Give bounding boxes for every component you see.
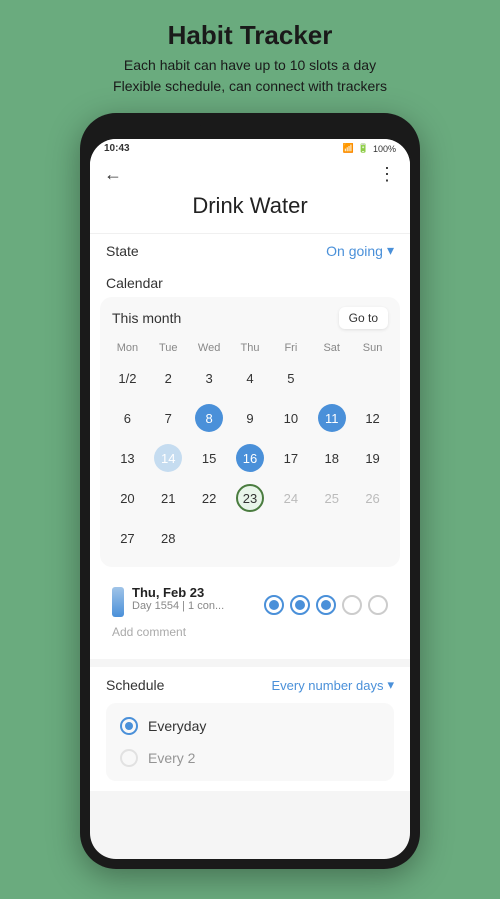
cal-day-2[interactable]: 2 (149, 359, 188, 397)
cal-day-18[interactable]: 18 (312, 439, 351, 477)
habit-dot-5[interactable] (368, 595, 388, 615)
schedule-everyday-label: Everyday (148, 718, 206, 734)
day-detail-row: Thu, Feb 23 Day 1554 | 1 con... (112, 585, 388, 625)
chevron-down-icon: ▾ (387, 242, 394, 259)
cal-day-8[interactable]: 8 (190, 399, 229, 437)
cal-day-7[interactable]: 7 (149, 399, 188, 437)
cal-day-empty2 (353, 359, 392, 397)
radio-everyday[interactable] (120, 717, 138, 735)
app-header: Habit Tracker Each habit can have up to … (113, 20, 387, 97)
schedule-chevron-icon: ▾ (387, 677, 394, 693)
state-value: On going (326, 243, 383, 259)
calendar-grid: Mon Tue Wed Thu Fri Sat Sun 1/2 2 3 4 5 (108, 339, 392, 557)
cal-header-fri: Fri (271, 339, 310, 357)
schedule-every2-label: Every 2 (148, 750, 195, 766)
cal-day-10[interactable]: 10 (271, 399, 310, 437)
habit-dot-4[interactable] (342, 595, 362, 615)
day-date: Thu, Feb 23 (132, 585, 224, 600)
add-comment[interactable]: Add comment (112, 625, 388, 639)
schedule-row: Schedule Every number days ▾ (106, 677, 394, 693)
top-bar: ← ⋮ (90, 158, 410, 193)
cal-day-26[interactable]: 26 (353, 479, 392, 517)
cal-day-4[interactable]: 4 (231, 359, 270, 397)
cal-header-tue: Tue (149, 339, 188, 357)
cal-day-16[interactable]: 16 (231, 439, 270, 477)
cal-header-wed: Wed (190, 339, 229, 357)
cal-day-14[interactable]: 14 (149, 439, 188, 477)
schedule-section: Schedule Every number days ▾ Everyday Ev… (90, 667, 410, 791)
habit-dots (264, 595, 388, 615)
cal-day-19[interactable]: 19 (353, 439, 392, 477)
app-subtitle-2: Flexible schedule, can connect with trac… (113, 76, 387, 97)
calendar-header: This month Go to (108, 307, 392, 329)
calendar-label: Calendar (90, 267, 410, 297)
cal-day-empty6 (312, 519, 351, 557)
calendar-month: This month (112, 310, 181, 326)
cal-header-sun: Sun (353, 339, 392, 357)
radio-every2[interactable] (120, 749, 138, 767)
cal-day-9[interactable]: 9 (231, 399, 270, 437)
schedule-option-every2[interactable]: Every 2 (120, 745, 380, 771)
app-title: Habit Tracker (113, 20, 387, 51)
status-time: 10:43 (104, 143, 130, 154)
cal-day-22[interactable]: 22 (190, 479, 229, 517)
phone-frame: 10:43 📶 🔋 100% ← ⋮ Drink Water State On … (80, 113, 420, 869)
habit-dot-2[interactable] (290, 595, 310, 615)
day-detail-info: Thu, Feb 23 Day 1554 | 1 con... (112, 585, 224, 617)
cal-day-21[interactable]: 21 (149, 479, 188, 517)
status-icons: 📶 🔋 100% (343, 143, 396, 154)
cal-day-12[interactable]: 12 (353, 399, 392, 437)
signal-icon: 📶 (343, 143, 354, 154)
cal-day-28[interactable]: 28 (149, 519, 188, 557)
phone-notch (200, 123, 300, 133)
day-meta: Day 1554 | 1 con... (132, 600, 224, 612)
status-bar: 10:43 📶 🔋 100% (90, 139, 410, 158)
app-subtitle-1: Each habit can have up to 10 slots a day (113, 55, 387, 76)
schedule-label: Schedule (106, 677, 164, 693)
screen-title: Drink Water (90, 193, 410, 233)
cal-day-17[interactable]: 17 (271, 439, 310, 477)
cal-header-sat: Sat (312, 339, 351, 357)
water-icon (112, 587, 124, 617)
cal-day-empty1 (312, 359, 351, 397)
phone-screen: 10:43 📶 🔋 100% ← ⋮ Drink Water State On … (90, 139, 410, 859)
day-detail-card: Thu, Feb 23 Day 1554 | 1 con... Add comm… (100, 575, 400, 649)
schedule-dropdown[interactable]: Every number days ▾ (271, 677, 394, 693)
cal-day-empty5 (271, 519, 310, 557)
schedule-dropdown-label: Every number days (271, 678, 383, 693)
state-row: State On going ▾ (90, 233, 410, 267)
goto-button[interactable]: Go to (339, 307, 388, 329)
cal-day-23[interactable]: 23 (231, 479, 270, 517)
habit-dot-3[interactable] (316, 595, 336, 615)
cal-day-empty4 (231, 519, 270, 557)
battery-icon: 🔋 (358, 143, 369, 154)
battery-level: 100% (373, 144, 396, 154)
state-label: State (106, 243, 139, 259)
cal-day-15[interactable]: 15 (190, 439, 229, 477)
schedule-card: Everyday Every 2 (106, 703, 394, 781)
cal-header-thu: Thu (231, 339, 270, 357)
cal-day-11[interactable]: 11 (312, 399, 351, 437)
cal-header-mon: Mon (108, 339, 147, 357)
cal-day-25[interactable]: 25 (312, 479, 351, 517)
calendar-card: This month Go to Mon Tue Wed Thu Fri Sat… (100, 297, 400, 567)
cal-day-20[interactable]: 20 (108, 479, 147, 517)
back-button[interactable]: ← (104, 164, 122, 185)
cal-day-6[interactable]: 6 (108, 399, 147, 437)
cal-day-24[interactable]: 24 (271, 479, 310, 517)
cal-day-1[interactable]: 1/2 (108, 359, 147, 397)
menu-button[interactable]: ⋮ (378, 164, 396, 185)
cal-day-13[interactable]: 13 (108, 439, 147, 477)
cal-day-empty3 (190, 519, 229, 557)
schedule-option-everyday[interactable]: Everyday (120, 713, 380, 739)
cal-day-27[interactable]: 27 (108, 519, 147, 557)
cal-day-5[interactable]: 5 (271, 359, 310, 397)
calendar-section: Calendar This month Go to Mon Tue Wed Th… (90, 267, 410, 659)
state-dropdown[interactable]: On going ▾ (326, 242, 394, 259)
habit-dot-1[interactable] (264, 595, 284, 615)
cal-day-3[interactable]: 3 (190, 359, 229, 397)
cal-day-empty7 (353, 519, 392, 557)
